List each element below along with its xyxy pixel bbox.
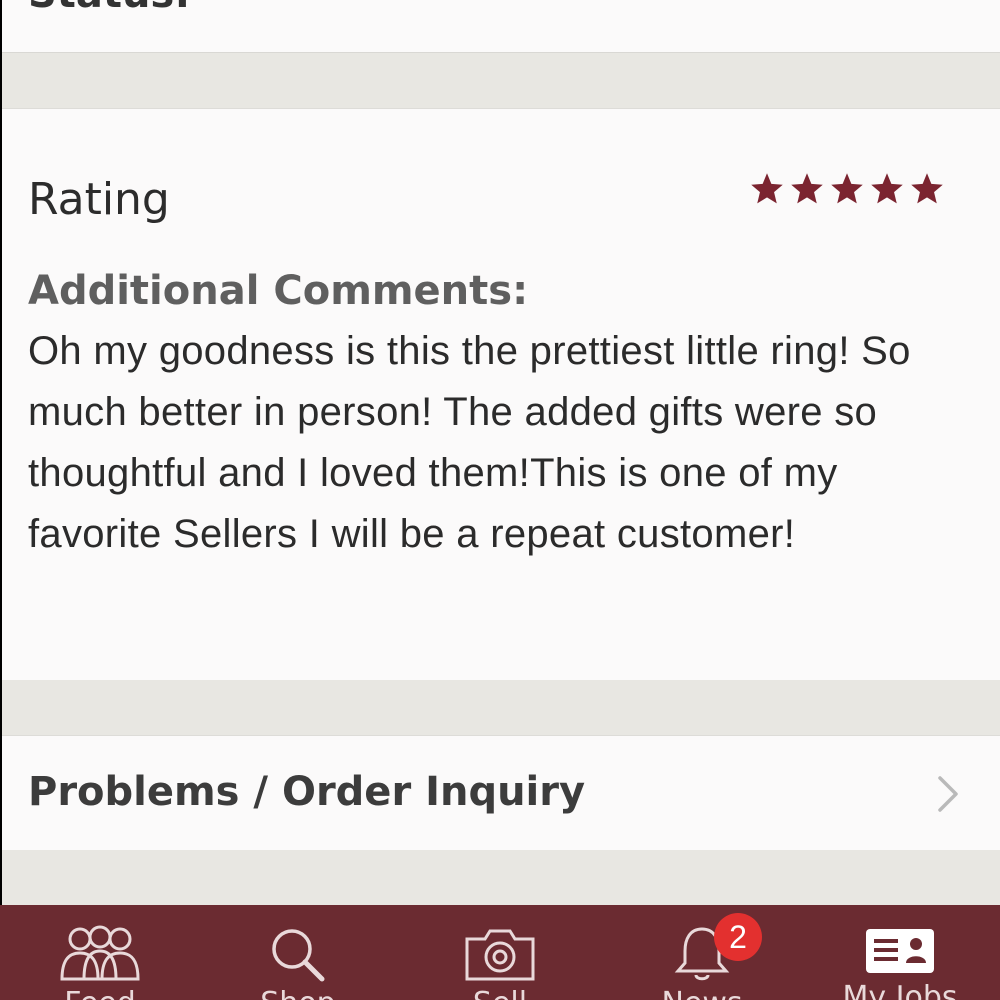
people-icon bbox=[60, 925, 140, 981]
rating-card: Rating Additional Comments: Oh my goodne… bbox=[0, 108, 1000, 681]
star-icon bbox=[831, 173, 863, 204]
search-icon bbox=[272, 929, 325, 982]
tab-sell[interactable]: Sell bbox=[430, 925, 570, 1000]
comments-text: Oh my goodness is this the prettiest lit… bbox=[28, 329, 911, 556]
comments-label: Additional Comments: bbox=[28, 268, 529, 314]
status-label: Status: bbox=[28, 0, 190, 14]
star-icon bbox=[871, 173, 903, 204]
rating-title: Rating bbox=[28, 174, 170, 225]
profile-card-icon bbox=[866, 929, 934, 973]
tab-sell-label: Sell bbox=[430, 987, 570, 1000]
problems-order-inquiry-row[interactable]: Problems / Order Inquiry bbox=[0, 735, 1000, 851]
news-badge: 2 bbox=[714, 913, 762, 961]
problems-order-inquiry-label: Problems / Order Inquiry bbox=[28, 769, 586, 815]
star-icon bbox=[751, 173, 783, 204]
tab-shop[interactable]: Shop bbox=[228, 925, 368, 1000]
status-card: Status: bbox=[0, 0, 1000, 53]
tab-news[interactable]: 2 News bbox=[632, 913, 772, 1000]
tab-my-jobs-label: My Jobs bbox=[842, 980, 958, 1000]
section-divider bbox=[0, 53, 1000, 108]
tab-my-jobs[interactable]: My Jobs bbox=[830, 925, 970, 1000]
star-icon bbox=[791, 173, 823, 204]
bottom-tab-bar: Feed Shop Sell 2 News bbox=[0, 905, 1000, 1000]
tab-shop-label: Shop bbox=[228, 987, 368, 1000]
star-icon bbox=[911, 173, 943, 204]
section-divider bbox=[0, 850, 1000, 905]
left-edge-border bbox=[0, 0, 2, 905]
section-divider bbox=[0, 680, 1000, 735]
camera-icon bbox=[465, 929, 535, 981]
star-rating bbox=[749, 171, 945, 207]
tab-news-label: News bbox=[632, 987, 772, 1000]
tab-feed-label: Feed bbox=[30, 987, 170, 1000]
chevron-right-icon bbox=[938, 776, 958, 812]
tab-feed[interactable]: Feed bbox=[30, 925, 170, 1000]
